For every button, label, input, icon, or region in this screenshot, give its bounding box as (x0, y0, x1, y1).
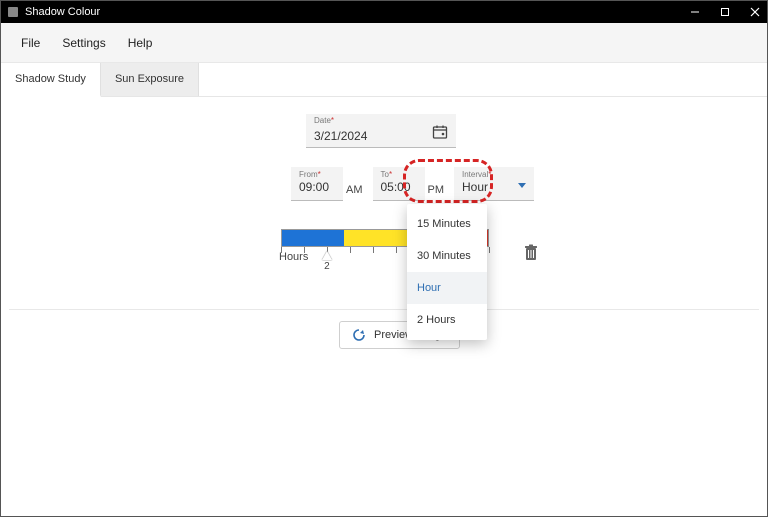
interval-option-2hours[interactable]: 2 Hours (407, 304, 487, 336)
interval-field[interactable]: Interval Hour (454, 167, 534, 201)
interval-label: Interval (462, 170, 491, 179)
to-field[interactable]: To 05:00 (373, 167, 425, 201)
interval-option-hour[interactable]: Hour (407, 272, 487, 304)
minimize-button[interactable] (689, 6, 701, 18)
hours-marker-2[interactable] (322, 251, 332, 260)
from-label: From (299, 170, 335, 179)
tick-label-2: 2 (324, 261, 330, 272)
interval-option-30min[interactable]: 30 Minutes (407, 240, 487, 272)
section-divider (9, 309, 759, 310)
tab-sun-exposure[interactable]: Sun Exposure (101, 63, 199, 96)
interval-option-15min[interactable]: 15 Minutes (407, 208, 487, 240)
refresh-icon (352, 328, 366, 342)
interval-dropdown: 15 Minutes 30 Minutes Hour 2 Hours (407, 204, 487, 340)
to-ampm: PM (428, 184, 445, 201)
date-label: Date (314, 116, 331, 125)
window-title: Shadow Colour (25, 6, 689, 18)
interval-value: Hour (462, 180, 491, 194)
maximize-button[interactable] (719, 6, 731, 18)
titlebar: Shadow Colour (1, 1, 767, 23)
date-value: 3/21/2024 (314, 129, 367, 143)
from-value: 09:00 (299, 180, 335, 194)
hours-seg-blue (282, 230, 344, 246)
tabbar: Shadow Study Sun Exposure (1, 63, 767, 97)
trash-icon[interactable] (523, 244, 539, 262)
from-field[interactable]: From 09:00 (291, 167, 343, 201)
from-ampm: AM (346, 184, 363, 201)
to-value: 05:00 (381, 180, 417, 194)
calendar-icon[interactable] (432, 124, 448, 140)
to-label: To (381, 170, 417, 179)
menu-file[interactable]: File (21, 36, 40, 50)
close-button[interactable] (749, 6, 761, 18)
tab-shadow-study[interactable]: Shadow Study (1, 63, 101, 97)
menu-settings[interactable]: Settings (62, 36, 105, 50)
app-icon (7, 6, 19, 18)
chevron-down-icon (518, 178, 526, 192)
time-row: From 09:00 AM To 05:00 PM Interval Hour (291, 167, 534, 201)
menu-help[interactable]: Help (128, 36, 153, 50)
menubar: File Settings Help (1, 23, 767, 63)
date-field[interactable]: Date* 3/21/2024 (306, 114, 456, 148)
